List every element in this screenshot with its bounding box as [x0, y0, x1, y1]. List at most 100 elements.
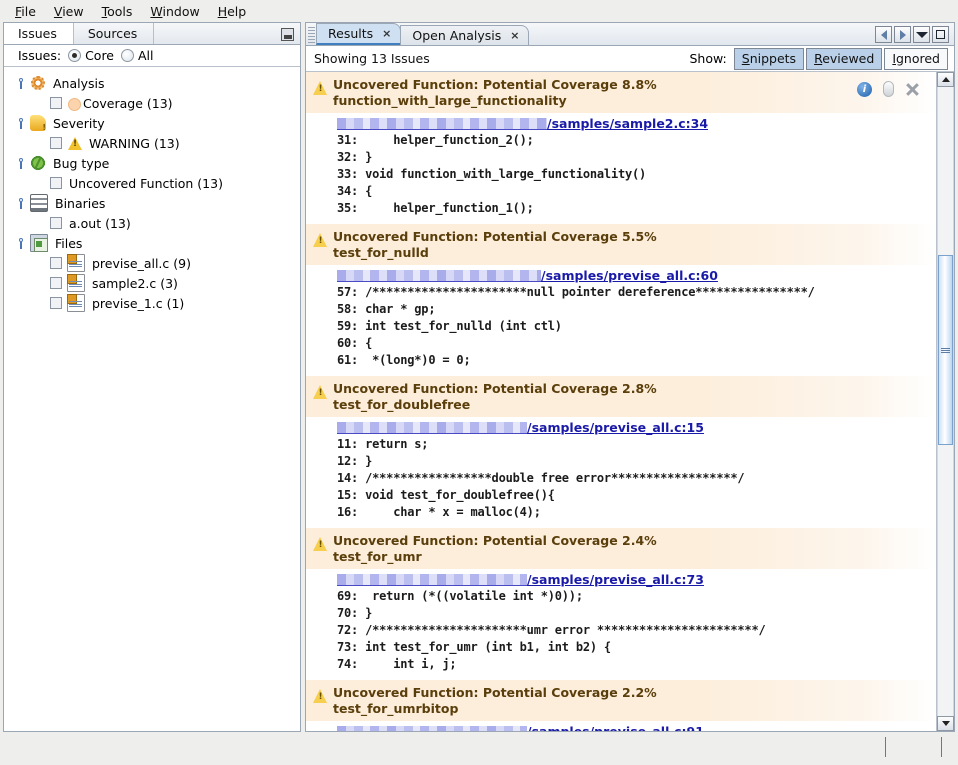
code-line: 16: char * x = malloc(4); — [337, 505, 541, 519]
scroll-tabs-left-button[interactable] — [875, 26, 892, 43]
tree-label: previse_all.c (9) — [92, 255, 191, 271]
close-icon[interactable]: × — [382, 27, 391, 40]
issue-path-line[interactable]: /samples/previse_all.c:73 — [306, 571, 936, 588]
issue-card[interactable]: Uncovered Function: Potential Coverage 2… — [306, 680, 936, 731]
tree-node-warning[interactable]: WARNING (13) — [4, 133, 300, 153]
toggle-ignored[interactable]: Ignored — [884, 47, 948, 70]
issue-card[interactable]: Uncovered Function: Potential Coverage 5… — [306, 224, 936, 376]
checkbox[interactable] — [50, 217, 62, 229]
issue-header[interactable]: Uncovered Function: Potential Coverage 8… — [306, 72, 936, 113]
tree-node-uncovered-function[interactable]: Uncovered Function (13) — [4, 173, 300, 193]
redacted-path-prefix — [337, 421, 527, 434]
checkbox[interactable] — [50, 297, 62, 309]
issue-title-block: Uncovered Function: Potential Coverage 2… — [333, 533, 936, 565]
c-file-icon — [67, 294, 85, 312]
tree-node-files[interactable]: Files — [4, 233, 300, 253]
scroll-tabs-right-button[interactable] — [894, 26, 911, 43]
warning-icon — [313, 233, 328, 247]
issue-path-link[interactable]: /samples/previse_all.c:91 — [527, 724, 704, 731]
issue-path-line[interactable]: /samples/sample2.c:34 — [306, 115, 936, 132]
issue-header[interactable]: Uncovered Function: Potential Coverage 2… — [306, 376, 936, 417]
scrollbar-thumb[interactable] — [938, 255, 953, 445]
expand-handle-icon[interactable] — [14, 77, 27, 90]
results-vertical-scrollbar[interactable] — [936, 72, 954, 731]
expand-handle-icon[interactable] — [14, 157, 27, 170]
severity-icon — [30, 115, 46, 132]
issues-panel-tabrow: Issues Sources — [3, 22, 301, 44]
info-icon[interactable]: i — [857, 81, 872, 97]
menu-item-view[interactable]: View — [45, 2, 93, 21]
radio-core[interactable]: Core — [68, 48, 114, 63]
tree-node-previse-1-c[interactable]: previse_1.c (1) — [4, 293, 300, 313]
scroll-down-icon[interactable] — [937, 716, 954, 731]
tree-node-binaries[interactable]: Binaries — [4, 193, 300, 213]
showing-count-label: Showing 13 Issues — [314, 51, 430, 66]
tab-issues[interactable]: Issues — [4, 23, 74, 44]
checkbox[interactable] — [50, 177, 62, 189]
issue-header[interactable]: Uncovered Function: Potential Coverage 2… — [306, 528, 936, 569]
issue-path-line[interactable]: /samples/previse_all.c:15 — [306, 419, 936, 436]
scroll-up-icon[interactable] — [937, 72, 954, 87]
redacted-path-prefix — [337, 269, 541, 282]
menu-item-file[interactable]: File — [6, 2, 45, 21]
issues-filter-label: Issues: — [18, 48, 62, 63]
tree-label: Files — [55, 235, 83, 251]
issue-path-link[interactable]: /samples/sample2.c:34 — [547, 116, 708, 131]
issue-path-link[interactable]: /samples/previse_all.c:60 — [541, 268, 718, 283]
left-triangle-icon — [880, 29, 887, 40]
tree-node-coverage[interactable]: Coverage (13) — [4, 93, 300, 113]
issue-card[interactable]: Uncovered Function: Potential Coverage 2… — [306, 376, 936, 528]
menu-item-window[interactable]: Window — [141, 2, 208, 21]
toggle-reviewed[interactable]: Reviewed — [806, 47, 883, 70]
radio-all-icon[interactable] — [121, 49, 134, 62]
issue-path-line[interactable]: /samples/previse_all.c:91 — [306, 723, 936, 731]
issue-actions: i — [849, 77, 936, 97]
issue-card[interactable]: Uncovered Function: Potential Coverage 8… — [306, 72, 936, 224]
radio-all[interactable]: All — [121, 48, 154, 63]
expand-handle-icon[interactable] — [14, 117, 27, 130]
issue-path-link[interactable]: /samples/previse_all.c:73 — [527, 572, 704, 587]
tab-list-button[interactable] — [913, 26, 930, 43]
tree-node-a-out[interactable]: a.out (13) — [4, 213, 300, 233]
tab-open-analysis[interactable]: Open Analysis × — [400, 25, 530, 45]
ignore-x-icon[interactable] — [905, 82, 920, 97]
checkbox[interactable] — [50, 97, 62, 109]
maximize-button[interactable] — [932, 26, 949, 43]
code-line: 61: *(long*)0 = 0; — [337, 353, 471, 367]
issue-path-line[interactable]: /samples/previse_all.c:60 — [306, 267, 936, 284]
results-tabrow: Results × Open Analysis × — [305, 22, 955, 45]
tree-label: Binaries — [55, 195, 106, 211]
files-icon — [30, 234, 48, 252]
issue-path-link[interactable]: /samples/previse_all.c:15 — [527, 420, 704, 435]
tabrow-grip-icon[interactable] — [308, 27, 315, 43]
issue-function-name: test_for_nulld — [333, 245, 429, 260]
code-line: 57: /**********************null pointer … — [337, 285, 815, 299]
tree-label: a.out (13) — [69, 215, 131, 231]
minimize-icon[interactable] — [281, 28, 294, 41]
checkbox[interactable] — [50, 257, 62, 269]
tab-sources[interactable]: Sources — [74, 23, 155, 44]
tree-node-bug-type[interactable]: Bug type — [4, 153, 300, 173]
menu-item-tools[interactable]: Tools — [93, 2, 142, 21]
issue-card[interactable]: Uncovered Function: Potential Coverage 2… — [306, 528, 936, 680]
tab-results[interactable]: Results × — [316, 23, 402, 45]
expand-handle-icon[interactable] — [14, 197, 27, 210]
review-pill-icon[interactable] — [883, 81, 894, 97]
scrollbar-track[interactable] — [937, 87, 954, 716]
toggle-snippets[interactable]: Snippets — [733, 47, 805, 70]
code-line: 69: return (*((volatile int *)0)); — [337, 589, 583, 603]
expand-handle-icon[interactable] — [14, 237, 27, 250]
tree-node-sample2-c[interactable]: sample2.c (3) — [4, 273, 300, 293]
checkbox[interactable] — [50, 277, 62, 289]
issue-header[interactable]: Uncovered Function: Potential Coverage 5… — [306, 224, 936, 265]
issue-title: Uncovered Function: Potential Coverage 2… — [333, 685, 657, 700]
radio-core-icon[interactable] — [68, 49, 82, 62]
close-icon[interactable]: × — [510, 29, 519, 42]
menu-item-help[interactable]: Help — [209, 2, 256, 21]
issue-header[interactable]: Uncovered Function: Potential Coverage 2… — [306, 680, 936, 721]
menu-bar: File View Tools Window Help — [0, 0, 958, 22]
tree-node-severity[interactable]: Severity — [4, 113, 300, 133]
tree-node-analysis[interactable]: Analysis — [4, 73, 300, 93]
checkbox[interactable] — [50, 137, 62, 149]
tree-node-previse-all-c[interactable]: previse_all.c (9) — [4, 253, 300, 273]
